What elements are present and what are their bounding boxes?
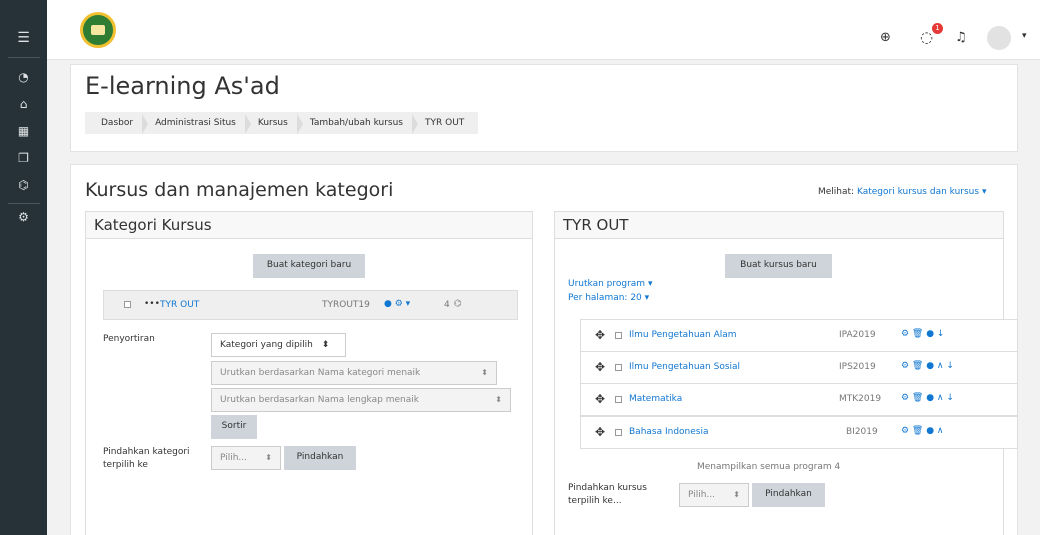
calendar-icon[interactable]: ▦ xyxy=(0,124,47,138)
course-idnumber: BI2019 xyxy=(846,427,878,437)
move-handle-icon[interactable]: ✥ xyxy=(595,360,605,374)
sort-select-value: Kategori yang dipilih xyxy=(220,340,313,350)
site-logo-icon[interactable] xyxy=(80,12,116,48)
course-idnumber: IPS2019 xyxy=(839,362,876,372)
gear-icon[interactable]: ⚙ xyxy=(0,210,47,224)
top-navbar xyxy=(47,0,1040,60)
move-category-label: Pindahkan kategori terpilih ke xyxy=(103,447,190,470)
list-item[interactable]: ✥ Ilmu Pengetahuan Alam IPA2019 ⚙ 🗑 ● ↓ xyxy=(580,319,1018,352)
avatar[interactable] xyxy=(987,26,1011,50)
course-checkbox[interactable] xyxy=(615,364,622,371)
select-caret-icon: ⬍ xyxy=(733,490,740,499)
sort-option-full-name[interactable]: Urutkan berdasarkan Nama lengkap menaik … xyxy=(211,388,511,412)
files-icon[interactable]: ❐ xyxy=(0,151,47,165)
category-idnumber: TYROUT19 xyxy=(322,300,370,310)
move-course-select[interactable]: Pilih... ⬍ xyxy=(679,483,749,507)
category-actions-icon[interactable]: ● ⚙ ▾ xyxy=(384,299,410,309)
move-handle-icon[interactable]: ✥ xyxy=(595,392,605,406)
site-title: E-learning As'ad xyxy=(85,72,280,100)
user-menu-caret-icon[interactable]: ▾ xyxy=(1022,31,1027,41)
list-item[interactable]: ✥ Matematika MTK2019 ⚙ 🗑 ● ∧ ↓ xyxy=(580,383,1018,416)
course-checkbox[interactable] xyxy=(615,429,622,436)
course-name-link[interactable]: Ilmu Pengetahuan Alam xyxy=(629,330,737,340)
courses-panel-title: TYR OUT xyxy=(555,212,1003,239)
sort-option-category-name[interactable]: Urutkan berdasarkan Nama kategori menaik… xyxy=(211,361,497,385)
per-page-label: Per halaman: 20 xyxy=(568,293,642,303)
move-select-value: Pilih... xyxy=(220,453,248,463)
course-checkbox[interactable] xyxy=(615,332,622,339)
language-icon[interactable]: ⊕ xyxy=(880,30,891,45)
move-handle-icon[interactable]: ✥ xyxy=(595,425,605,439)
course-count-icon: ⌬ xyxy=(454,299,462,309)
breadcrumb-dashboard[interactable]: Dasbor xyxy=(89,114,149,134)
home-icon[interactable]: ⌂ xyxy=(0,97,47,111)
breadcrumb-current[interactable]: TYR OUT xyxy=(413,118,474,128)
messages-icon[interactable]: ◌ xyxy=(920,28,933,46)
sort-programs-label: Urutkan program xyxy=(568,279,646,289)
graduation-cap-icon[interactable]: ⌬ xyxy=(0,178,47,192)
sort-select[interactable]: Kategori yang dipilih ⬍ xyxy=(211,333,346,357)
list-item[interactable]: ✥ Bahasa Indonesia BI2019 ⚙ 🗑 ● ∧ xyxy=(580,416,1018,449)
move-category-button[interactable]: Pindahkan xyxy=(284,446,356,470)
view-mode-selector[interactable]: Melihat: Kategori kursus dan kursus ▾ xyxy=(818,187,986,197)
page-title: Kursus dan manajemen kategori xyxy=(85,179,394,201)
select-caret-icon: ⬍ xyxy=(495,395,502,404)
move-select-value: Pilih... xyxy=(688,490,716,500)
category-course-count: 4 xyxy=(444,300,450,310)
chevron-down-icon: ▾ xyxy=(647,279,653,289)
sort-button[interactable]: Sortir xyxy=(211,415,257,439)
sidebar-divider xyxy=(8,57,40,58)
sort-option-value: Urutkan berdasarkan Nama lengkap menaik xyxy=(220,395,419,405)
view-mode-label: Melihat: xyxy=(818,187,855,197)
sort-option-value: Urutkan berdasarkan Nama kategori menaik xyxy=(220,368,421,378)
list-item[interactable]: ✥ Ilmu Pengetahuan Sosial IPS2019 ⚙ 🗑 ● … xyxy=(580,351,1018,384)
menu-icon[interactable]: ☰ xyxy=(0,30,47,46)
sidebar: ☰ ◔ ⌂ ▦ ❐ ⌬ ⚙ xyxy=(0,0,47,535)
course-actions-icon[interactable]: ⚙ 🗑 ● ↓ xyxy=(901,329,944,339)
course-idnumber: MTK2019 xyxy=(839,394,882,404)
create-course-button[interactable]: Buat kursus baru xyxy=(725,254,832,278)
select-caret-icon: ⬍ xyxy=(321,340,330,350)
breadcrumb-manage-courses[interactable]: Tambah/ubah kursus xyxy=(298,114,419,134)
course-actions-icon[interactable]: ⚙ 🗑 ● ∧ ↓ xyxy=(901,361,954,371)
course-checkbox[interactable] xyxy=(615,396,622,403)
per-page-dropdown[interactable]: Per halaman: 20 ▾ xyxy=(568,293,649,303)
course-name-link[interactable]: Ilmu Pengetahuan Sosial xyxy=(629,362,740,372)
more-icon[interactable]: ••• xyxy=(144,299,160,309)
view-mode-value[interactable]: Kategori kursus dan kursus xyxy=(857,187,979,197)
categories-panel-title: Kategori Kursus xyxy=(86,212,532,239)
move-category-select[interactable]: Pilih... ⬍ xyxy=(211,446,281,470)
category-name-link[interactable]: TYR OUT xyxy=(160,300,199,310)
dashboard-icon[interactable]: ◔ xyxy=(0,70,47,84)
sort-label: Penyortiran xyxy=(103,334,155,344)
breadcrumb: Dasbor Administrasi Situs Kursus Tambah/… xyxy=(85,112,479,134)
select-caret-icon: ⬍ xyxy=(265,453,272,462)
move-handle-icon[interactable]: ✥ xyxy=(595,328,605,342)
create-category-button[interactable]: Buat kategori baru xyxy=(253,254,365,278)
showing-courses-text: Menampilkan semua program 4 xyxy=(697,462,841,472)
category-list-item[interactable]: ••• TYR OUT TYROUT19 ● ⚙ ▾ 4 ⌬ xyxy=(103,290,518,320)
sort-programs-dropdown[interactable]: Urutkan program ▾ xyxy=(568,279,652,289)
chevron-down-icon: ▾ xyxy=(644,293,650,303)
course-name-link[interactable]: Matematika xyxy=(629,394,682,404)
bell-icon[interactable]: ♫ xyxy=(955,30,967,45)
move-course-button[interactable]: Pindahkan xyxy=(752,483,825,507)
course-actions-icon[interactable]: ⚙ 🗑 ● ∧ ↓ xyxy=(901,393,954,403)
sidebar-divider xyxy=(8,203,40,204)
category-checkbox[interactable] xyxy=(124,301,131,308)
breadcrumb-courses[interactable]: Kursus xyxy=(246,114,303,134)
course-actions-icon[interactable]: ⚙ 🗑 ● ∧ xyxy=(901,426,944,436)
notification-badge: 1 xyxy=(932,23,943,34)
course-idnumber: IPA2019 xyxy=(839,330,876,340)
select-caret-icon: ⬍ xyxy=(481,368,488,377)
move-course-label: Pindahkan kursus terpilih ke... xyxy=(568,483,647,506)
chevron-down-icon[interactable]: ▾ xyxy=(982,187,987,197)
course-name-link[interactable]: Bahasa Indonesia xyxy=(629,427,709,437)
breadcrumb-site-admin[interactable]: Administrasi Situs xyxy=(143,114,251,134)
